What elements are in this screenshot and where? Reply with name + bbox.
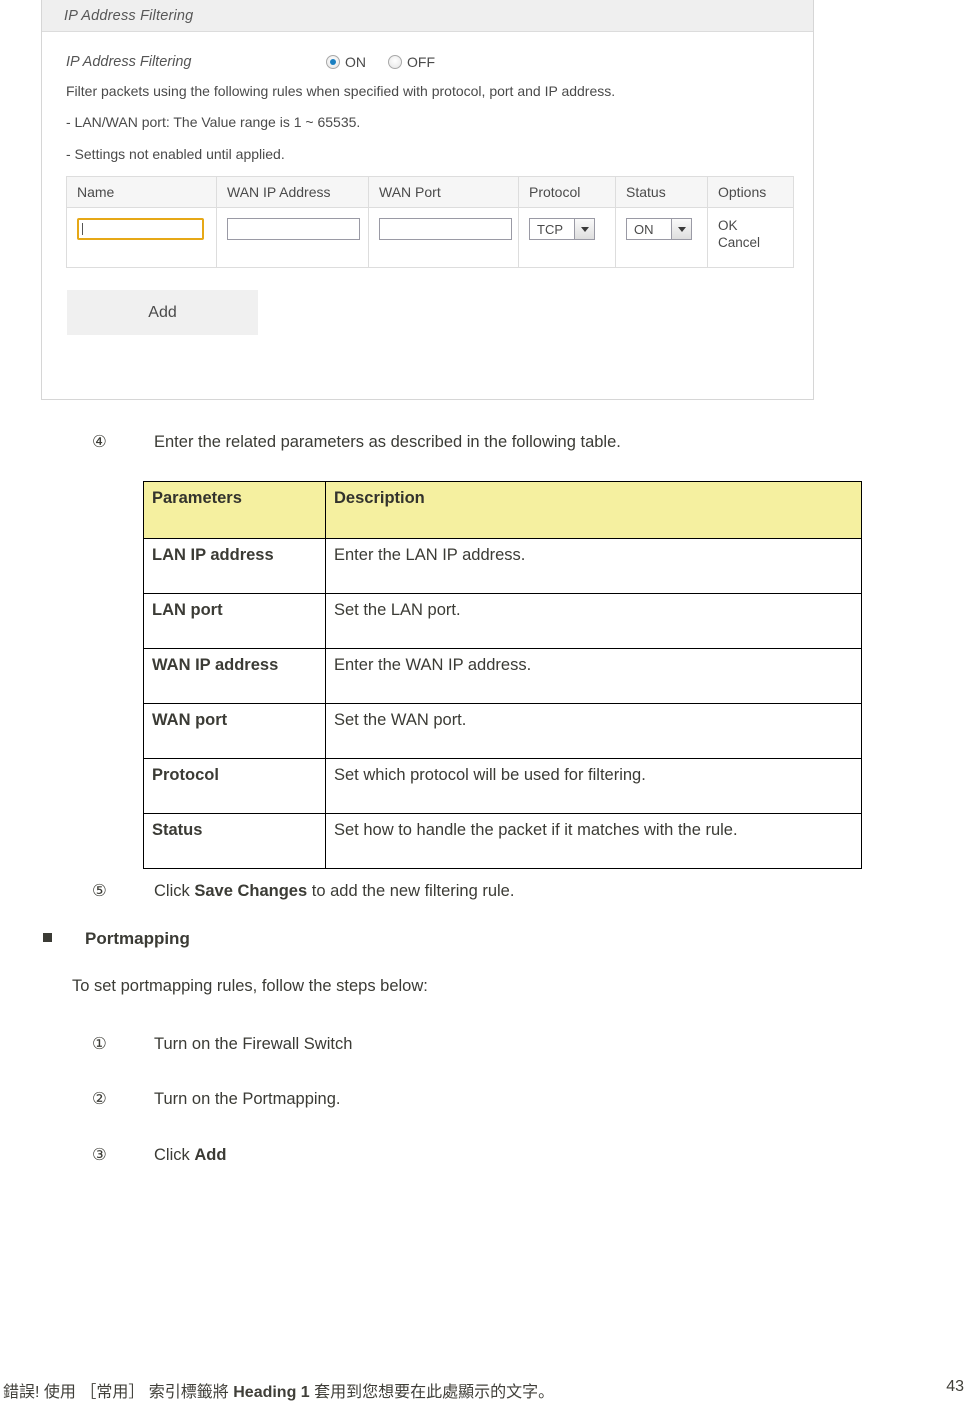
ip-filtering-toggle-row: IP Address Filtering ON OFF xyxy=(66,50,813,74)
param-description: Set the WAN port. xyxy=(325,703,862,759)
portmapping-step-1-text: Turn on the Firewall Switch xyxy=(154,1035,353,1053)
col-protocol: Protocol xyxy=(518,176,616,209)
step-4-text: Enter the related parameters as describe… xyxy=(154,433,621,451)
col-status: Status xyxy=(615,176,708,209)
panel-title: IP Address Filtering xyxy=(64,7,194,24)
cell-status: ON xyxy=(615,207,708,269)
note-filter-packets: Filter packets using the following rules… xyxy=(66,83,616,99)
param-name: Status xyxy=(143,813,326,869)
cell-wan-port xyxy=(368,207,519,269)
panel-body: IP Address Filtering ON OFF Filter packe… xyxy=(42,32,813,336)
col-wan-ip-address: WAN IP Address xyxy=(216,176,369,209)
portmapping-heading: Portmapping xyxy=(43,929,190,949)
portmapping-step-1: ① Turn on the Firewall Switch xyxy=(92,1034,352,1054)
cell-name xyxy=(66,207,217,269)
cell-options: OK Cancel xyxy=(707,207,794,269)
table-row: Protocol Set which protocol will be used… xyxy=(143,758,862,814)
footer-message-pre: 錯誤! 使用 ［常用］ 索引標籤將 xyxy=(3,1384,234,1401)
portmapping-step-3: ③ Click Add xyxy=(92,1145,226,1165)
portmapping-step-2-text: Turn on the Portmapping. xyxy=(154,1090,341,1108)
radio-on-label: ON xyxy=(345,54,366,70)
bullet-square-icon xyxy=(43,933,52,942)
portmapping-intro: To set portmapping rules, follow the ste… xyxy=(72,977,428,995)
ok-link[interactable]: OK xyxy=(718,218,793,235)
table-header-row: Name WAN IP Address WAN Port Protocol St… xyxy=(66,176,794,209)
wan-ip-address-input[interactable] xyxy=(227,218,360,241)
col-wan-port: WAN Port xyxy=(368,176,519,209)
step-4-number: ④ xyxy=(92,433,107,451)
param-description: Set how to handle the packet if it match… xyxy=(325,813,862,869)
wan-port-input[interactable] xyxy=(379,218,512,241)
page-number: 43 xyxy=(946,1378,964,1395)
portmapping-step-1-number: ① xyxy=(92,1035,107,1053)
radio-off[interactable]: OFF xyxy=(388,54,435,70)
footer-message-bold: Heading 1 xyxy=(233,1384,310,1401)
col-options: Options xyxy=(707,176,794,209)
table-row: LAN port Set the LAN port. xyxy=(143,593,862,649)
page-footer: 錯誤! 使用 ［常用］ 索引標籤將 Heading 1 套用到您想要在此處顯示的… xyxy=(0,1378,974,1408)
footer-message-post: 套用到您想要在此處顯示的文字。 xyxy=(309,1384,555,1401)
param-name: WAN port xyxy=(143,703,326,759)
portmapping-step-3-pre: Click xyxy=(154,1146,195,1164)
param-name: LAN port xyxy=(143,593,326,649)
param-col-description: Description xyxy=(325,481,862,539)
col-name: Name xyxy=(66,176,217,209)
parameters-table: Parameters Description LAN IP address En… xyxy=(143,481,862,869)
note-port-range: - LAN/WAN port: The Value range is 1 ~ 6… xyxy=(66,114,361,131)
name-input[interactable] xyxy=(77,218,204,241)
protocol-select-value: TCP xyxy=(537,221,563,237)
step-5: ⑤ Click Save Changes to add the new filte… xyxy=(92,881,514,901)
table-row: TCP ON OK Cancel xyxy=(66,207,794,269)
param-description: Enter the LAN IP address. xyxy=(325,538,862,594)
radio-off-label: OFF xyxy=(407,54,435,70)
step-5-post: to add the new filtering rule. xyxy=(307,882,515,900)
footer-message: 錯誤! 使用 ［常用］ 索引標籤將 Heading 1 套用到您想要在此處顯示的… xyxy=(3,1378,554,1402)
status-select-value: ON xyxy=(634,221,654,237)
table-row: WAN port Set the WAN port. xyxy=(143,703,862,759)
param-description: Set which protocol will be used for filt… xyxy=(325,758,862,814)
add-button[interactable]: Add xyxy=(67,290,258,336)
portmapping-step-3-number: ③ xyxy=(92,1146,107,1164)
chevron-down-icon[interactable] xyxy=(671,219,691,240)
step-5-pre: Click xyxy=(154,882,195,900)
param-name: LAN IP address xyxy=(143,538,326,594)
cell-protocol: TCP xyxy=(518,207,616,269)
table-row: WAN IP address Enter the WAN IP address. xyxy=(143,648,862,704)
panel-header: IP Address Filtering xyxy=(42,0,813,32)
chevron-down-icon[interactable] xyxy=(574,219,594,240)
param-name: WAN IP address xyxy=(143,648,326,704)
portmapping-step-2-number: ② xyxy=(92,1090,107,1108)
radio-off-icon[interactable] xyxy=(388,55,402,69)
param-header-row: Parameters Description xyxy=(143,481,862,539)
portmapping-heading-label: Portmapping xyxy=(85,929,190,948)
protocol-select[interactable]: TCP xyxy=(529,218,595,241)
table-row: Status Set how to handle the packet if i… xyxy=(143,813,862,869)
portmapping-step-2: ② Turn on the Portmapping. xyxy=(92,1089,341,1109)
param-description: Enter the WAN IP address. xyxy=(325,648,862,704)
note-apply: - Settings not enabled until applied. xyxy=(66,145,285,162)
cell-wan-ip-address xyxy=(216,207,369,269)
ip-filtering-label: IP Address Filtering xyxy=(66,54,192,70)
status-select[interactable]: ON xyxy=(626,218,692,241)
step-5-number: ⑤ xyxy=(92,882,107,900)
table-row: LAN IP address Enter the LAN IP address. xyxy=(143,538,862,594)
radio-on-icon[interactable] xyxy=(326,55,340,69)
step-5-bold: Save Changes xyxy=(194,882,308,900)
radio-on[interactable]: ON xyxy=(326,54,366,70)
step-4: ④ Enter the related parameters as describ… xyxy=(92,432,621,452)
portmapping-step-3-bold: Add xyxy=(194,1146,227,1164)
param-col-parameters: Parameters xyxy=(143,481,326,539)
filtering-rule-table: Name WAN IP Address WAN Port Protocol St… xyxy=(66,176,794,269)
param-name: Protocol xyxy=(143,758,326,814)
router-ui-screenshot: IP Address Filtering IP Address Filterin… xyxy=(41,0,814,400)
param-description: Set the LAN port. xyxy=(325,593,862,649)
cancel-link[interactable]: Cancel xyxy=(718,235,793,252)
